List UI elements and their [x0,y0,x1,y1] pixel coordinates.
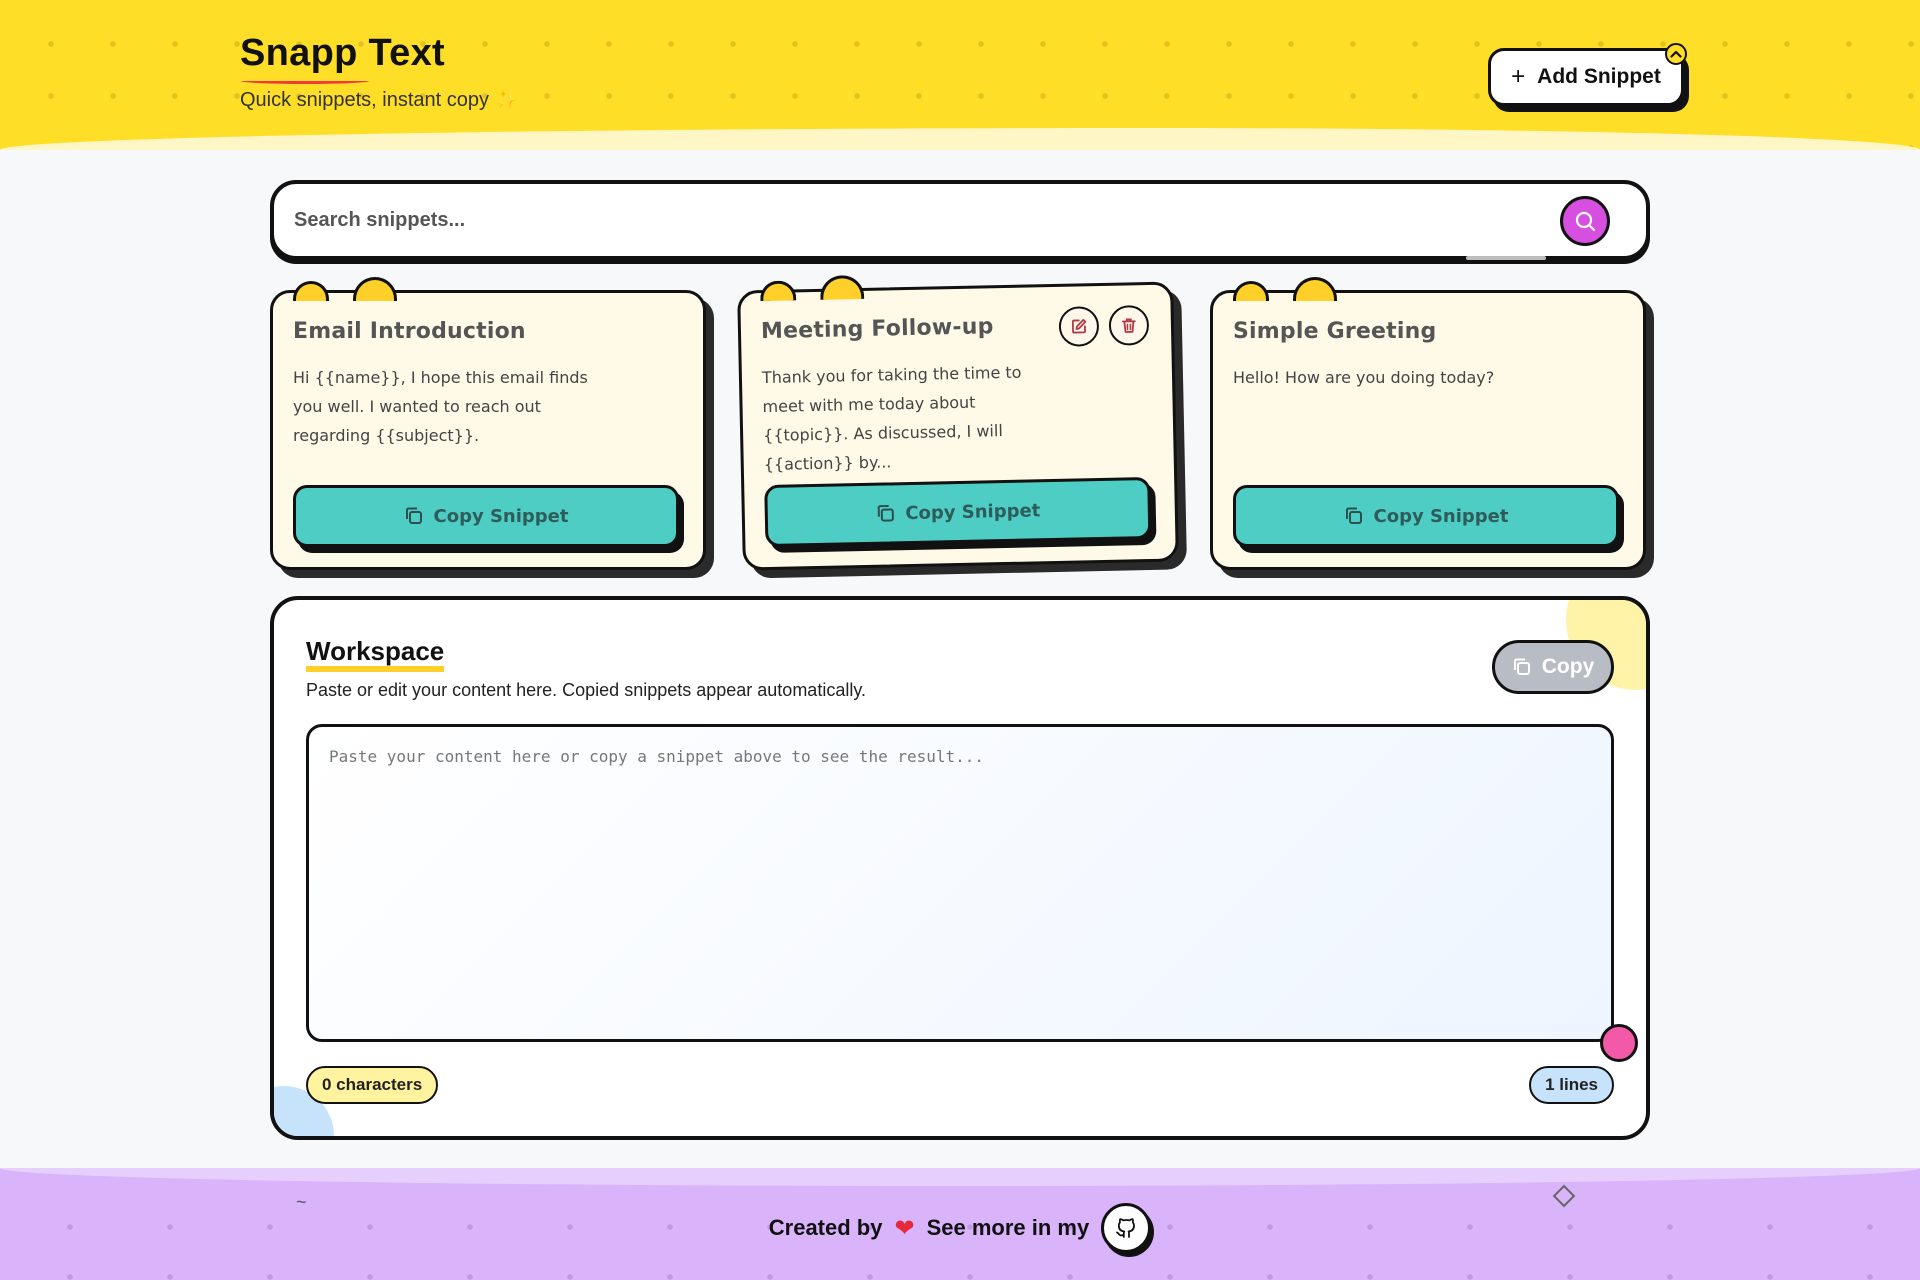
chevron-up-icon [1665,43,1687,65]
github-link[interactable] [1101,1203,1152,1253]
search-bar [270,180,1650,260]
brand: Snapp Text Quick snippets, instant copy ✨ [240,32,517,112]
copy-snippet-label: Copy Snippet [905,499,1041,524]
snippet-title: Simple Greeting [1233,319,1437,344]
copy-snippet-label: Copy Snippet [433,505,569,527]
title-underline [241,78,369,84]
add-snippet-button[interactable]: + Add Snippet [1488,43,1687,106]
copy-icon [877,504,894,522]
copy-snippet-button[interactable]: Copy Snippet [293,485,679,547]
created-by-text: Created by [768,1215,883,1240]
card-actions [1058,304,1150,347]
workspace-textarea[interactable] [306,724,1614,1042]
copy-icon [1345,507,1362,524]
app-root: Snapp Text Quick snippets, instant copy ✨… [0,0,1920,1280]
workspace-panel: Workspace Paste or edit your content her… [270,596,1650,1140]
character-count-badge: 0 characters [306,1066,439,1104]
copy-snippet-button[interactable]: Copy Snippet [764,476,1152,548]
snippet-card-meeting-follow-up[interactable]: Meeting Follow-up Thank you for taking t… [737,274,1179,571]
snippet-title: Meeting Follow-up [760,314,994,345]
resize-handle[interactable] [1600,1024,1638,1062]
snippet-card-simple-greeting[interactable]: Simple Greeting Hello! How are you doing… [1210,277,1646,570]
see-more-text: See more in my [926,1215,1090,1240]
search-input[interactable] [294,202,1544,238]
copy-icon [405,507,422,524]
workspace-copy-label: Copy [1541,655,1595,678]
heart-icon: ❤ [894,1214,915,1242]
sparkle-icon: ✨ [495,90,518,110]
app-tagline: Quick snippets, instant copy ✨ [240,89,517,112]
copy-icon [1513,658,1530,675]
workspace-copy-button[interactable]: Copy [1492,640,1614,694]
edit-icon [1071,318,1087,334]
tagline-text: Quick snippets, instant copy [240,89,490,111]
card-tab [353,277,397,301]
card-tab [293,281,329,301]
line-count-badge: 1 lines [1529,1066,1614,1104]
card-tab [1293,277,1337,301]
add-snippet-label: Add Snippet [1537,65,1661,88]
trash-icon [1121,318,1136,333]
search-scroll-indicator [1466,256,1546,260]
card-tab [1233,281,1269,301]
search-button[interactable] [1560,196,1610,246]
github-icon [1116,1218,1136,1238]
footer-credits: Created by ❤ See more in my [0,1198,1920,1258]
snippet-title: Email Introduction [293,319,526,344]
plus-icon: + [1511,63,1526,90]
workspace-title: Workspace [306,636,445,672]
card-tab [819,274,865,300]
snippet-body: Hello! How are you doing today? [1233,368,1495,387]
search-icon [1575,211,1596,232]
snippet-body: Hi {{name}}, I hope this email finds you… [293,368,588,445]
delete-snippet-button[interactable] [1108,304,1150,346]
copy-snippet-label: Copy Snippet [1373,505,1509,527]
snippet-body: Thank you for taking the time to meet wi… [761,362,1022,475]
workspace-subtitle: Paste or edit your content here. Copied … [306,680,866,700]
edit-snippet-button[interactable] [1058,306,1100,347]
app-title: Snapp Text [240,32,445,74]
header: Snapp Text Quick snippets, instant copy ✨… [0,0,1920,150]
snippet-card-email-introduction[interactable]: Email Introduction Hi {{name}}, I hope t… [270,277,706,570]
copy-snippet-button[interactable]: Copy Snippet [1233,485,1619,547]
card-tab [759,280,797,302]
footer: ~ Created by ❤ See more in my [0,1168,1920,1280]
